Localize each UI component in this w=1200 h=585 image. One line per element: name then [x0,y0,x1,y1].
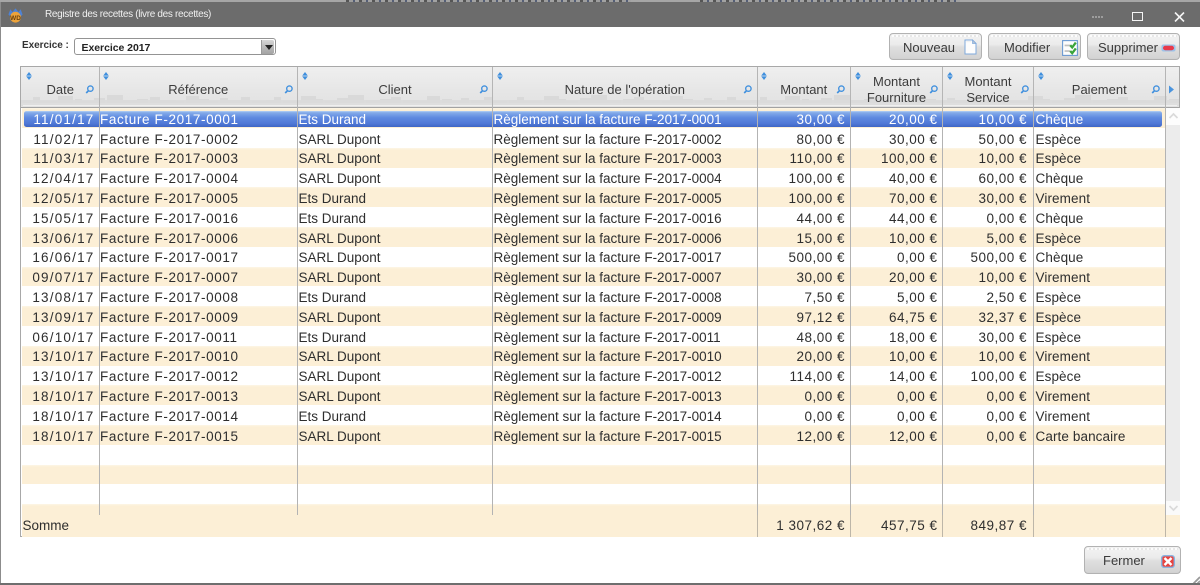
svg-text:WD: WD [10,15,21,22]
